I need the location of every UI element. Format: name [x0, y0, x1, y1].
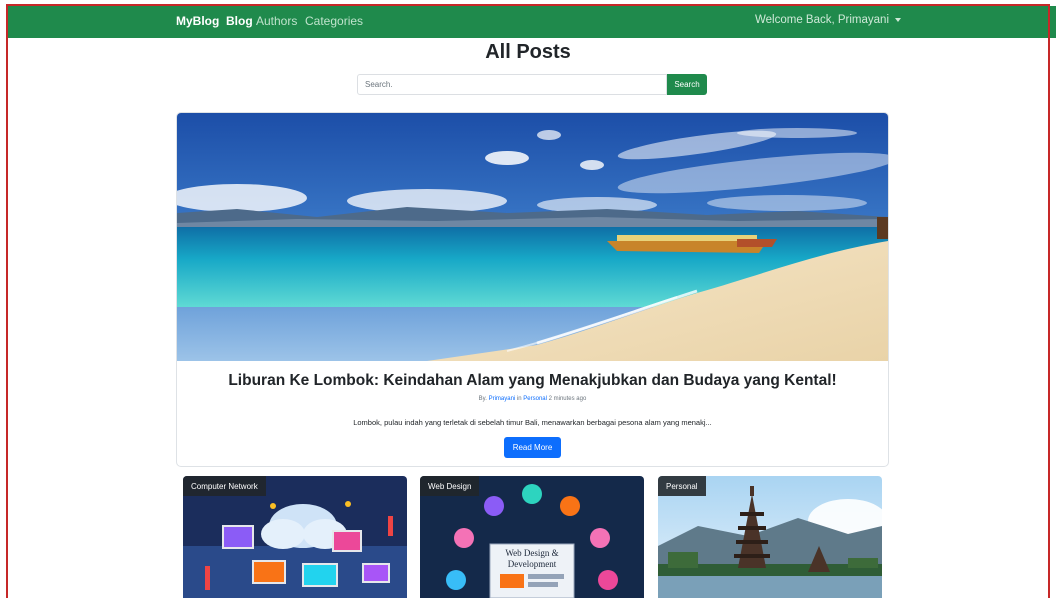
category-link[interactable]: Personal	[523, 396, 547, 402]
search-input[interactable]	[357, 74, 667, 95]
post-card[interactable]: Personal	[658, 476, 882, 598]
nav-link-categories[interactable]: Categories	[305, 14, 363, 28]
brand-logo[interactable]: MyBlog	[176, 14, 219, 28]
featured-post-image[interactable]	[177, 113, 888, 361]
user-menu-dropdown[interactable]: Welcome Back, Primayani	[755, 14, 901, 26]
featured-post-card: Liburan Ke Lombok: Keindahan Alam yang M…	[176, 112, 889, 467]
author-link[interactable]: Primayani	[489, 396, 516, 402]
category-badge[interactable]: Web Design	[420, 476, 480, 496]
image-text-line-2: Development	[508, 559, 557, 569]
featured-post-title[interactable]: Liburan Ke Lombok: Keindahan Alam yang M…	[177, 372, 888, 390]
post-time: 2 minutes ago	[548, 396, 587, 402]
nav-link-blog[interactable]: Blog	[226, 14, 253, 28]
read-more-button[interactable]: Read More	[504, 437, 561, 458]
user-menu-label: Welcome Back, Primayani	[755, 14, 889, 26]
meta-in: in	[516, 396, 522, 402]
featured-post-excerpt: Lombok, pulau indah yang terletak di seb…	[353, 418, 712, 427]
nav-link-authors[interactable]: Authors	[256, 14, 297, 28]
post-card[interactable]: Computer Network	[183, 476, 407, 598]
chevron-down-icon	[895, 17, 901, 22]
page-title: All Posts	[485, 41, 571, 63]
search-button[interactable]: Search	[667, 74, 707, 95]
featured-post-meta: By. Primayani in Personal 2 minutes ago	[177, 396, 888, 402]
image-text-line-1: Web Design &	[505, 548, 558, 558]
post-card[interactable]: Web Design & Development Web Design	[420, 476, 644, 598]
category-badge[interactable]: Computer Network	[183, 476, 266, 496]
category-badge[interactable]: Personal	[658, 476, 706, 496]
meta-prefix: By.	[478, 396, 487, 402]
navbar: MyBlog Blog Authors Categories Welcome B…	[8, 6, 1056, 38]
